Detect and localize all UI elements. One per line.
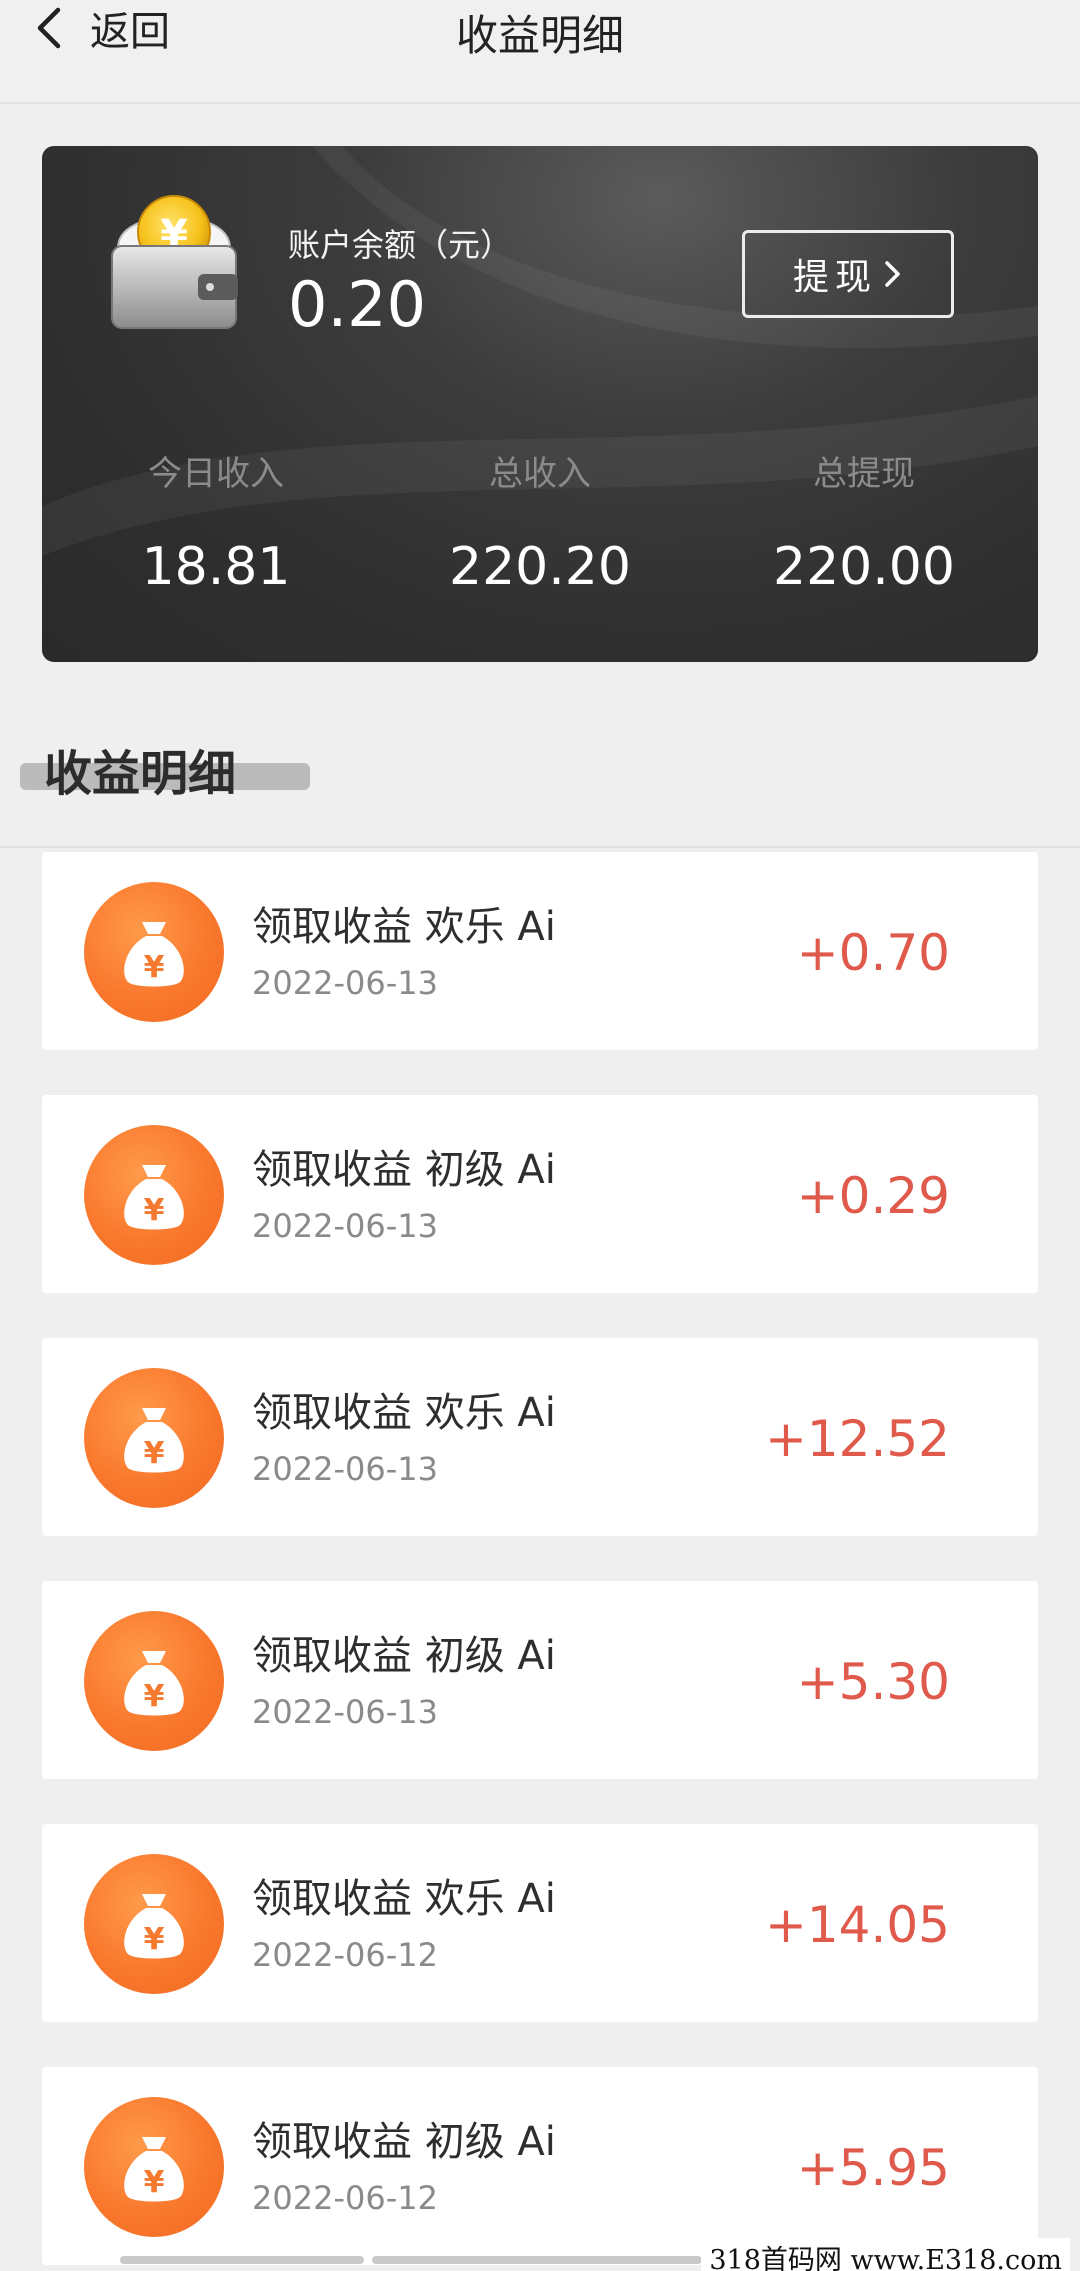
record-amount: +0.29: [796, 1167, 950, 1225]
money-bag-icon: [84, 2097, 224, 2237]
record-date: 2022-06-12: [252, 2179, 438, 2217]
withdraw-button[interactable]: 提现: [742, 230, 954, 318]
list-item[interactable]: 领取收益 初级 Ai 2022-06-13 +0.29: [42, 1095, 1038, 1293]
record-amount: +12.52: [764, 1410, 950, 1468]
money-bag-icon: [84, 1368, 224, 1508]
record-amount: +5.95: [796, 2139, 950, 2197]
record-title: 领取收益 欢乐 Ai: [252, 1876, 556, 1922]
balance-value: 0.20: [288, 268, 427, 341]
record-amount: +0.70: [796, 924, 950, 982]
list-item[interactable]: 领取收益 初级 Ai 2022-06-13 +5.30: [42, 1581, 1038, 1779]
withdraw-label: 提现: [792, 257, 877, 298]
wallet-icon: ¥: [106, 186, 242, 334]
record-amount: +14.05: [764, 1896, 950, 1954]
money-bag-icon: [84, 1854, 224, 1994]
income-detail-page: 返回 收益明细 ¥ 账户余额（元） 0.20 提现 今日收入 18.81 总收入…: [0, 0, 1080, 2271]
record-date: 2022-06-13: [252, 964, 438, 1002]
record-title: 领取收益 欢乐 Ai: [252, 1390, 556, 1436]
stat-total-income: 总收入 220.20: [380, 446, 700, 597]
stat-total-withdrawn: 总提现 220.00: [704, 446, 1024, 597]
stat-label: 总收入: [489, 454, 591, 494]
list-item[interactable]: 领取收益 欢乐 Ai 2022-06-12 +14.05: [42, 1824, 1038, 2022]
stat-today-income: 今日收入 18.81: [56, 446, 376, 597]
money-bag-icon: [84, 882, 224, 1022]
record-date: 2022-06-13: [252, 1207, 438, 1245]
record-date: 2022-06-13: [252, 1450, 438, 1488]
watermark: 318首码网 www.E318.com: [701, 2238, 1070, 2271]
balance-card: ¥ 账户余额（元） 0.20 提现 今日收入 18.81 总收入 220.20 …: [42, 146, 1038, 662]
record-amount: +5.30: [796, 1653, 950, 1711]
record-date: 2022-06-12: [252, 1936, 438, 1974]
top-bar: 返回 收益明细: [0, 0, 1080, 104]
divider: [0, 846, 1080, 848]
money-bag-icon: [84, 1611, 224, 1751]
money-bag-icon: [84, 1125, 224, 1265]
page-title: 收益明细: [455, 11, 624, 60]
stat-label: 总提现: [813, 454, 915, 494]
list-item[interactable]: 领取收益 欢乐 Ai 2022-06-13 +12.52: [42, 1338, 1038, 1536]
list-item[interactable]: 领取收益 初级 Ai 2022-06-12 +5.95: [42, 2067, 1038, 2265]
record-title: 领取收益 初级 Ai: [252, 1147, 556, 1193]
stat-value: 18.81: [141, 537, 291, 597]
section-title: 收益明细: [44, 746, 237, 802]
list-item[interactable]: 领取收益 欢乐 Ai 2022-06-13 +0.70: [42, 852, 1038, 1050]
scroll-indicator: [372, 2256, 702, 2264]
record-title: 领取收益 初级 Ai: [252, 2119, 556, 2165]
scroll-indicator: [120, 2256, 364, 2264]
record-date: 2022-06-13: [252, 1693, 438, 1731]
record-title: 领取收益 初级 Ai: [252, 1633, 556, 1679]
stat-value: 220.00: [773, 537, 955, 597]
stat-label: 今日收入: [148, 454, 284, 494]
chevron-right-icon: [885, 261, 900, 287]
record-title: 领取收益 欢乐 Ai: [252, 904, 556, 950]
balance-label: 账户余额（元）: [288, 226, 513, 264]
stat-value: 220.20: [449, 537, 631, 597]
